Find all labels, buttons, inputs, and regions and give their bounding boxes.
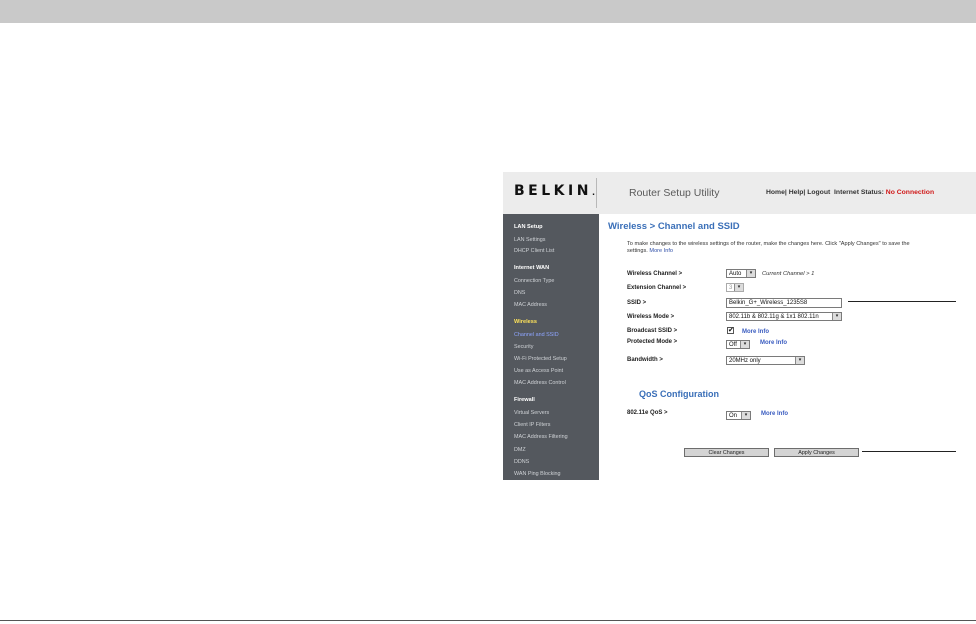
sidebar-item-mac-address-filtering[interactable]: MAC Address Filtering	[514, 434, 568, 440]
broadcast-more-info-link[interactable]: More Info	[742, 329, 769, 335]
bandwidth-select[interactable]: 20MHz only ▾	[726, 356, 805, 365]
sidebar-item-channel-ssid[interactable]: Channel and SSID	[514, 332, 559, 338]
extension-channel-label: Extension Channel >	[627, 285, 687, 291]
broadcast-ssid-label: Broadcast SSID >	[627, 328, 678, 334]
protected-mode-select[interactable]: Off ▾	[726, 340, 750, 349]
qos-value: On	[729, 413, 738, 419]
sidebar-section-firewall: Firewall	[514, 397, 535, 403]
top-links: Home| Help| Logout Internet Status: No C…	[766, 189, 934, 196]
apply-changes-button[interactable]: Apply Changes	[774, 448, 859, 457]
sidebar-item-dns[interactable]: DNS	[514, 290, 525, 296]
sidebar-item-wan-ping-blocking[interactable]: WAN Ping Blocking	[514, 471, 561, 477]
internet-status-value: No Connection	[885, 189, 935, 196]
logout-link[interactable]: Logout	[807, 189, 830, 196]
sidebar-item-connection-type[interactable]: Connection Type	[514, 278, 554, 284]
bandwidth-value: 20MHz only	[729, 358, 761, 364]
sidebar-item-client-ip-filters[interactable]: Client IP Filters	[514, 422, 550, 428]
sidebar-item-security[interactable]: Security	[514, 344, 533, 350]
qos-section-title: QoS Configuration	[639, 389, 719, 399]
ssid-callout-line	[848, 301, 956, 302]
home-link[interactable]: Home	[766, 189, 785, 196]
belkin-logo: BELKIN.	[514, 183, 595, 199]
extension-channel-value: 3	[729, 285, 733, 291]
chevron-down-icon: ▾	[741, 412, 750, 419]
sidebar-section-lan-setup: LAN Setup	[514, 224, 543, 230]
intro-more-info-link[interactable]: More Info	[649, 248, 673, 254]
top-title-bar	[0, 0, 976, 23]
sidebar-item-lan-settings[interactable]: LAN Settings	[514, 237, 545, 243]
sidebar-section-wireless: Wireless	[514, 319, 537, 325]
protected-mode-value: Off	[729, 342, 737, 348]
apply-callout-line	[862, 451, 956, 452]
header-divider	[596, 178, 597, 208]
broadcast-ssid-checkbox[interactable]: ✔	[727, 327, 734, 334]
sidebar-item-dhcp-client-list[interactable]: DHCP Client List	[514, 248, 554, 254]
app-title: Router Setup Utility	[629, 187, 720, 199]
qos-more-info-link[interactable]: More Info	[761, 411, 788, 417]
wireless-channel-value: Auto	[729, 271, 742, 277]
sidebar-item-ddns[interactable]: DDNS	[514, 459, 529, 465]
sidebar: LAN Setup LAN Settings DHCP Client List …	[503, 214, 599, 480]
page-title: Wireless > Channel and SSID	[608, 221, 740, 232]
extension-channel-select[interactable]: 3 ▾	[726, 283, 744, 292]
wireless-mode-select[interactable]: 802.11b & 802.11g & 1x1 802.11n ▾	[726, 312, 842, 321]
router-ui-screenshot: BELKIN. Router Setup Utility Home| Help|…	[503, 172, 976, 480]
header: BELKIN. Router Setup Utility Home| Help|…	[503, 172, 976, 214]
sidebar-item-use-as-access-point[interactable]: Use as Access Point	[514, 368, 563, 374]
logo-mark: .	[591, 188, 595, 197]
sidebar-item-dmz[interactable]: DMZ	[514, 447, 526, 453]
main-content: Wireless > Channel and SSID To make chan…	[599, 214, 976, 480]
bottom-rule	[0, 620, 976, 621]
chevron-down-icon: ▾	[746, 270, 755, 277]
chevron-down-icon: ▾	[734, 284, 743, 291]
sidebar-section-internet-wan: Internet WAN	[514, 265, 550, 271]
sidebar-item-mac-address-control[interactable]: MAC Address Control	[514, 380, 566, 386]
qos-label: 802.11e QoS >	[627, 410, 668, 416]
intro-text: To make changes to the wireless settings…	[627, 241, 927, 256]
wireless-mode-value: 802.11b & 802.11g & 1x1 802.11n	[729, 314, 819, 320]
chevron-down-icon: ▾	[832, 313, 841, 320]
current-channel-text: Current Channel > 1	[762, 271, 815, 277]
clear-changes-button[interactable]: Clear Changes	[684, 448, 769, 457]
qos-select[interactable]: On ▾	[726, 411, 751, 420]
wireless-channel-label: Wireless Channel >	[627, 271, 683, 277]
sidebar-item-wifi-protected-setup[interactable]: Wi-Fi Protected Setup	[514, 356, 567, 362]
ssid-input[interactable]: Belkin_G+_Wireless_1235S8	[726, 298, 842, 308]
bandwidth-label: Bandwidth >	[627, 357, 663, 363]
chevron-down-icon: ▾	[740, 341, 749, 348]
wireless-channel-select[interactable]: Auto ▾	[726, 269, 756, 278]
wireless-mode-label: Wireless Mode >	[627, 314, 675, 320]
logo-text: BELKIN	[514, 183, 592, 199]
ssid-label: SSID >	[627, 300, 647, 306]
help-link[interactable]: Help	[789, 189, 804, 196]
chevron-down-icon: ▾	[795, 357, 804, 364]
protected-mode-label: Protected Mode >	[627, 339, 678, 345]
sidebar-item-mac-address[interactable]: MAC Address	[514, 302, 547, 308]
protected-more-info-link[interactable]: More Info	[760, 340, 787, 346]
sidebar-item-virtual-servers[interactable]: Virtual Servers	[514, 410, 549, 416]
internet-status-label: Internet Status:	[834, 189, 884, 196]
